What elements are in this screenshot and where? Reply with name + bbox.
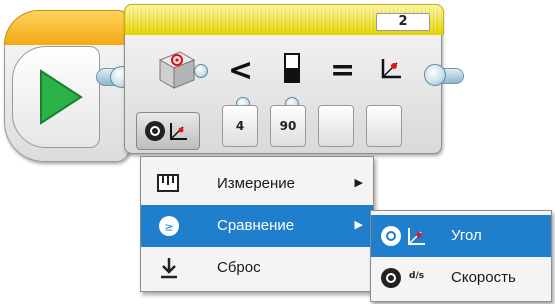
compare-type-field[interactable]: 4 <box>222 105 258 147</box>
compare-submenu: Угол d/s Скорость <box>370 210 552 302</box>
play-icon <box>40 69 83 125</box>
submenu-arrow-icon: ▶ <box>354 177 363 189</box>
rate-icon: d/s <box>409 271 425 281</box>
menu-item-reset[interactable]: Сброс <box>141 247 373 289</box>
menu-item-compare[interactable]: ≥ Сравнение ▶ <box>141 205 373 247</box>
output-result-slot <box>318 105 354 147</box>
equals-operator[interactable]: = <box>330 56 355 86</box>
compare-icon: ≥ <box>159 216 179 236</box>
menu-item-label: Сравнение <box>217 217 295 234</box>
block-number: 2 <box>376 13 430 31</box>
start-block-header <box>4 10 130 45</box>
submenu-item-label: Скорость <box>451 269 516 286</box>
menu-item-label: Сброс <box>217 259 261 276</box>
gyro-mode-icon <box>145 121 165 141</box>
gyro-sensor-icon[interactable] <box>154 48 198 92</box>
mode-selector-button[interactable] <box>136 112 200 150</box>
sensor-port-plug[interactable] <box>194 64 208 78</box>
menu-item-label: Измерение <box>217 175 296 192</box>
angle-icon <box>381 59 401 79</box>
angle-mode-icon <box>170 123 187 140</box>
threshold-icon <box>284 53 300 83</box>
measure-icon <box>157 174 179 192</box>
submenu-item-label: Угол <box>451 227 482 244</box>
gyro-mode-icon <box>381 268 401 288</box>
mode-menu: Измерение ▶ ≥ Сравнение ▶ Сброс <box>140 156 374 292</box>
threshold-field[interactable]: 90 <box>270 105 306 147</box>
start-button[interactable] <box>12 46 100 148</box>
less-than-operator[interactable]: < <box>228 56 253 86</box>
submenu-item-rate[interactable]: d/s Скорость <box>371 257 551 299</box>
submenu-item-angle[interactable]: Угол <box>371 215 551 257</box>
output-plug[interactable] <box>424 64 446 86</box>
menu-item-measure[interactable]: Измерение ▶ <box>141 163 373 205</box>
output-angle-slot <box>366 105 402 147</box>
submenu-arrow-icon: ▶ <box>354 219 363 231</box>
angle-icon <box>408 228 425 245</box>
gyro-mode-icon <box>381 226 401 246</box>
reset-icon <box>161 258 177 279</box>
svg-text:≥: ≥ <box>164 221 173 234</box>
